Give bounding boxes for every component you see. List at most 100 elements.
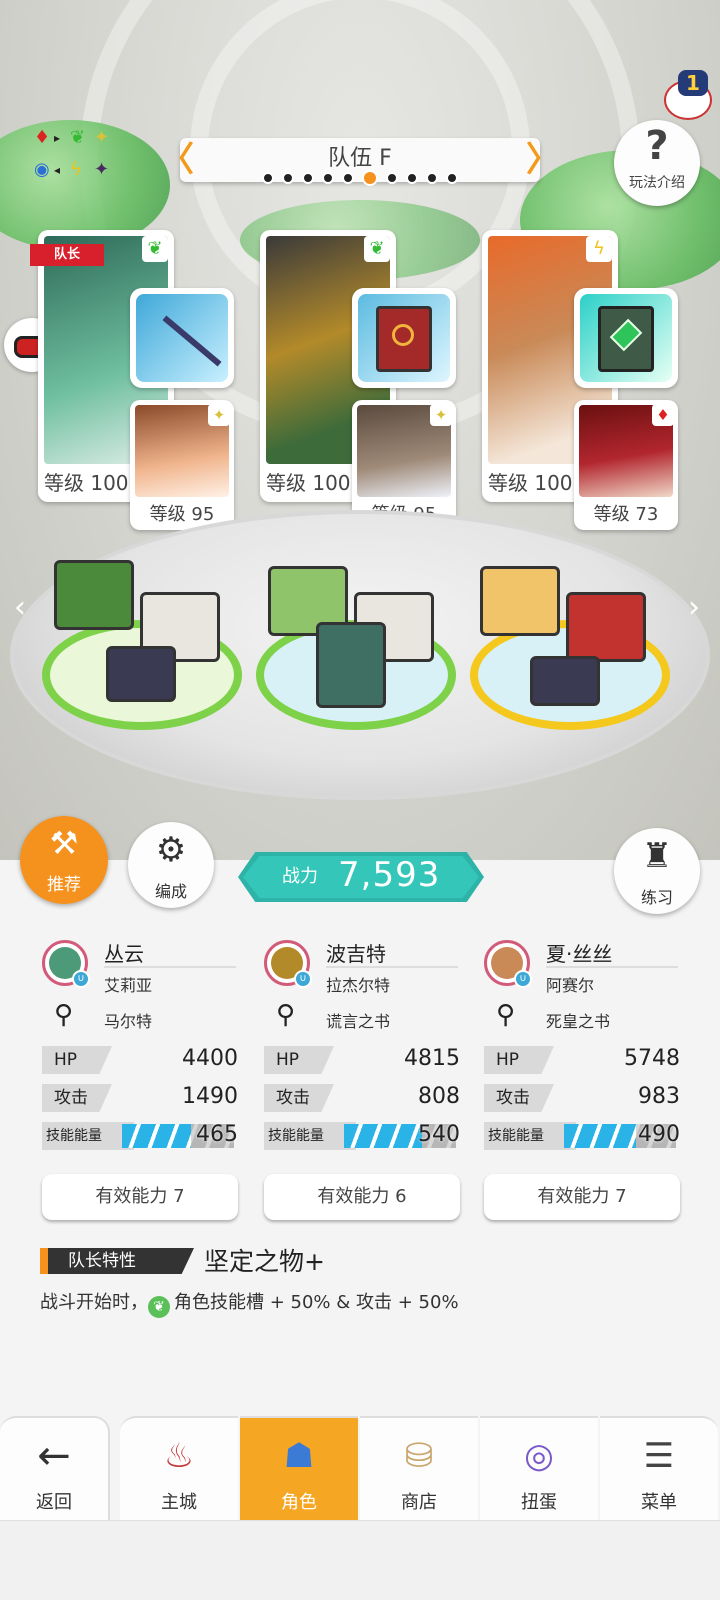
practice-label: 练习 <box>640 888 673 907</box>
next-team-button[interactable]: 〉 <box>526 140 560 180</box>
character-name: 丛云 <box>104 942 144 966</box>
nav-gacha[interactable]: ◎ 扭蛋 <box>480 1416 598 1520</box>
team-page-dot[interactable] <box>322 172 334 184</box>
system-bar <box>0 1520 720 1600</box>
equipment-slot[interactable] <box>130 288 234 388</box>
attack-label: 攻击 <box>42 1084 112 1112</box>
shop-icon: ⛁ <box>404 1436 434 1476</box>
pixel-block <box>480 566 560 636</box>
team-page-dot[interactable] <box>362 170 378 186</box>
hp-row: HP 4815 <box>264 1046 460 1078</box>
leader-trait-title: 队长特性 <box>40 1248 194 1274</box>
team-page-dot[interactable] <box>406 172 418 184</box>
nav-label: 扭蛋 <box>521 1492 557 1513</box>
nav-shop[interactable]: ⛁ 商店 <box>360 1416 478 1520</box>
hp-value: 5748 <box>624 1046 680 1071</box>
menu-icon: ☰ <box>643 1436 675 1476</box>
nav-menu[interactable]: ☰ 菜单 <box>600 1416 718 1520</box>
team-page-dot[interactable] <box>282 172 294 184</box>
hp-value: 4400 <box>182 1046 238 1071</box>
weapon-name: 谎言之书 <box>326 1012 391 1031</box>
attack-value: 808 <box>418 1084 460 1109</box>
help-button[interactable]: ? 玩法介绍 <box>614 120 700 206</box>
character-name: 夏·丝丝 <box>546 942 613 966</box>
equipment-slot[interactable] <box>352 288 456 388</box>
divider <box>326 966 458 968</box>
practice-button[interactable]: ♜ 练习 <box>614 828 700 914</box>
star-purple-icon: ✦ <box>94 159 110 180</box>
energy-row: 技能能量 540 <box>264 1122 460 1154</box>
leaf-element-icon: ❦ <box>364 236 390 262</box>
ability-button[interactable]: 有效能力 7 <box>42 1174 238 1220</box>
nav-label: 主城 <box>161 1492 197 1513</box>
leader-trait-desc: 战斗开始时， ❦ 角色技能槽 + 50% & 攻击 + 50% <box>40 1288 459 1318</box>
team-selector: 队伍 F 〈 〉 <box>160 138 560 186</box>
attack-label: 攻击 <box>484 1084 554 1112</box>
weapon-name: 马尔特 <box>104 1012 153 1031</box>
notification-button[interactable]: 1 <box>664 70 714 124</box>
hp-value: 4815 <box>404 1046 460 1071</box>
nav-label: 菜单 <box>641 1492 677 1513</box>
team-page-dot[interactable] <box>262 172 274 184</box>
energy-fill <box>564 1124 636 1148</box>
pixel-block <box>316 622 386 708</box>
nav-label: 角色 <box>281 1492 317 1513</box>
stage-right-arrow[interactable]: › <box>688 590 700 625</box>
back-button[interactable]: ← 返回 <box>0 1416 110 1520</box>
weapon-row: ⚲ 死皇之书 <box>484 1000 680 1040</box>
captain-tag: 队长 <box>30 244 104 266</box>
energy-row: 技能能量 465 <box>42 1122 238 1154</box>
evolution-icon: ∪ <box>294 970 312 988</box>
hp-label: HP <box>264 1046 334 1074</box>
back-label: 返回 <box>36 1492 72 1513</box>
pixel-block <box>566 592 646 662</box>
energy-fill <box>344 1124 423 1148</box>
team-page-dot[interactable] <box>342 172 354 184</box>
equipment-slot[interactable] <box>574 288 678 388</box>
hp-row: HP 4400 <box>42 1046 238 1078</box>
team-page-dot[interactable] <box>446 172 458 184</box>
character-stat-column: ∪ 丛云 艾莉亚 ⚲ 马尔特 HP 4400 攻击 1490 技能能量 465 … <box>42 940 238 1220</box>
notification-badge: 1 <box>678 70 708 96</box>
energy-value: 540 <box>418 1122 460 1147</box>
weapon-row: ⚲ 谎言之书 <box>264 1000 460 1040</box>
castle-icon: ♨ <box>163 1436 195 1476</box>
leaf-element-icon: ❦ <box>142 236 168 262</box>
pixel-block <box>530 656 600 706</box>
team-page-dot[interactable] <box>426 172 438 184</box>
attack-row: 攻击 808 <box>264 1084 460 1116</box>
stage-left-arrow[interactable]: ‹ <box>14 590 26 625</box>
energy-value: 490 <box>638 1122 680 1147</box>
shovel-icon: ⚲ <box>54 1000 74 1030</box>
formation-label: 编成 <box>154 882 187 901</box>
pixel-block <box>106 646 176 702</box>
character-header[interactable]: ∪ 丛云 艾莉亚 <box>42 940 238 1000</box>
ability-button[interactable]: 有效能力 7 <box>484 1174 680 1220</box>
sub-character-name: 拉杰尔特 <box>326 976 391 995</box>
combat-power: 战力 7,593 <box>238 852 484 902</box>
formation-button[interactable]: ⚙ 编成 <box>128 822 214 908</box>
character-icon: ☗ <box>283 1436 315 1476</box>
character-stat-column: ∪ 夏·丝丝 阿赛尔 ⚲ 死皇之书 HP 5748 攻击 983 技能能量 49… <box>484 940 680 1220</box>
character-header[interactable]: ∪ 夏·丝丝 阿赛尔 <box>484 940 680 1000</box>
hp-label: HP <box>42 1046 112 1074</box>
red-book-icon <box>358 294 450 382</box>
recommend-button[interactable]: ⚒ 推荐 <box>20 816 108 904</box>
team-page-dot[interactable] <box>386 172 398 184</box>
green-book-icon <box>580 294 672 382</box>
element-legend[interactable]: ♦ ▸ ❦ ✦ ◉ ◂ ϟ ✦ <box>30 124 130 194</box>
nav-castle[interactable]: ♨ 主城 <box>120 1416 238 1520</box>
hp-row: HP 5748 <box>484 1046 680 1078</box>
combat-power-value: 7,593 <box>338 855 441 895</box>
recommend-label: 推荐 <box>47 875 81 895</box>
circle-blue-icon: ◉ <box>34 159 50 180</box>
team-page-dots[interactable] <box>260 170 460 186</box>
nav-character[interactable]: ☗ 角色 <box>240 1416 358 1520</box>
prev-team-button[interactable]: 〈 <box>160 140 194 180</box>
character-header[interactable]: ∪ 波吉特 拉杰尔特 <box>264 940 460 1000</box>
team-page-dot[interactable] <box>302 172 314 184</box>
energy-label: 技能能量 <box>42 1122 134 1150</box>
ability-button[interactable]: 有效能力 6 <box>264 1174 460 1220</box>
divider <box>104 966 236 968</box>
energy-fill <box>122 1124 192 1148</box>
